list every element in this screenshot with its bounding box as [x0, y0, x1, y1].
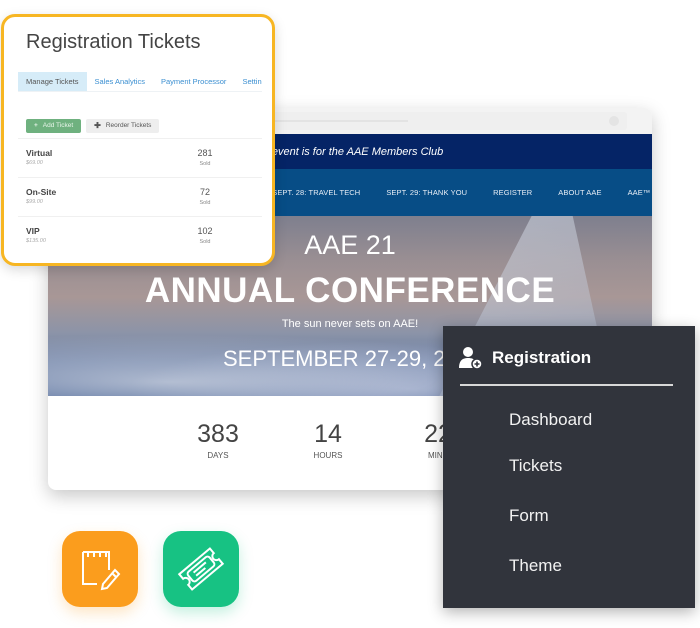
ticket-sold-label: Sold — [199, 239, 211, 245]
countdown-value: 14 — [314, 420, 342, 448]
move-icon: ✚ — [94, 121, 101, 130]
registration-menu-title: Registration — [492, 348, 592, 367]
ticket-icon — [177, 547, 225, 591]
nav-item-thank-you[interactable]: SEPT. 29: THANK YOU — [386, 188, 467, 197]
ticket-price: $135.00 — [26, 238, 46, 244]
hero-title: ANNUAL CONFERENCE — [144, 271, 556, 310]
menu-item-dashboard[interactable]: Dashboard — [509, 410, 592, 430]
ticket-sold-label: Sold — [199, 200, 211, 206]
countdown-label: HOURS — [313, 451, 343, 460]
nav-item-register[interactable]: REGISTER — [493, 188, 532, 197]
ticket-sold-count: 281 — [197, 148, 213, 158]
ticket-actions: + Add Ticket ✚ Reorder Tickets — [26, 119, 160, 133]
menu-item-form[interactable]: Form — [509, 506, 549, 526]
nav-item-about[interactable]: ABOUT AAE — [558, 188, 601, 197]
banner-text: This event is for the AAE Members Club — [248, 145, 444, 158]
ticket-sold-label: Sold — [199, 161, 211, 167]
ticket-name: Virtual — [26, 148, 53, 158]
ticket-row[interactable]: Virtual $69.00 281 Sold — [18, 138, 262, 177]
address-bar[interactable] — [258, 112, 627, 130]
ticket-list: Virtual $69.00 281 Sold On-Site $99.00 7… — [18, 138, 262, 255]
menu-item-tickets[interactable]: Tickets — [509, 456, 562, 476]
ticket-name: On-Site — [26, 187, 57, 197]
tab-payment-processor[interactable]: Payment Processor — [153, 72, 234, 91]
ticket-price: $99.00 — [26, 199, 43, 205]
registration-tickets-card: Registration Tickets Manage Tickets Sale… — [1, 14, 275, 266]
card-tabs: Manage Tickets Sales Analytics Payment P… — [18, 72, 262, 92]
ticket-price: $69.00 — [26, 160, 43, 166]
reorder-tickets-button[interactable]: ✚ Reorder Tickets — [86, 119, 160, 133]
menu-item-theme[interactable]: Theme — [509, 556, 562, 576]
plus-icon: + — [34, 122, 38, 129]
reorder-tickets-label: Reorder Tickets — [105, 122, 152, 129]
ticket-name: VIP — [26, 226, 40, 236]
registration-menu-header: Registration — [458, 346, 591, 370]
nav-item-aae[interactable]: AAE™ — [628, 188, 651, 197]
reload-icon[interactable] — [609, 116, 619, 126]
tab-sales-analytics[interactable]: Sales Analytics — [87, 72, 153, 91]
address-placeholder — [268, 120, 408, 122]
add-ticket-button[interactable]: + Add Ticket — [26, 119, 82, 133]
tab-manage-tickets[interactable]: Manage Tickets — [18, 72, 87, 91]
ticket-sold-count: 72 — [199, 187, 210, 197]
notes-app-button[interactable] — [62, 531, 138, 607]
registration-menu: Registration Dashboard Tickets Form Them… — [443, 326, 695, 608]
user-add-icon — [459, 347, 483, 370]
tickets-app-button[interactable] — [163, 531, 239, 607]
ticket-sold-count: 102 — [197, 226, 213, 236]
ticket-row[interactable]: VIP $135.00 102 Sold — [18, 216, 262, 255]
countdown-value: 383 — [197, 420, 239, 448]
nav-item-travel-tech[interactable]: SEPT. 28: TRAVEL TECH — [272, 188, 360, 197]
countdown-label: DAYS — [207, 451, 229, 460]
tab-settings[interactable]: Settings — [234, 72, 262, 91]
countdown-hours: 14 HOURS — [273, 420, 383, 490]
notepad-pencil-icon — [82, 551, 121, 591]
countdown-days: 383 DAYS — [163, 420, 273, 490]
card-title: Registration Tickets — [26, 31, 201, 53]
add-ticket-label: Add Ticket — [42, 122, 74, 129]
ticket-row[interactable]: On-Site $99.00 72 Sold — [18, 177, 262, 216]
menu-divider — [460, 384, 673, 386]
